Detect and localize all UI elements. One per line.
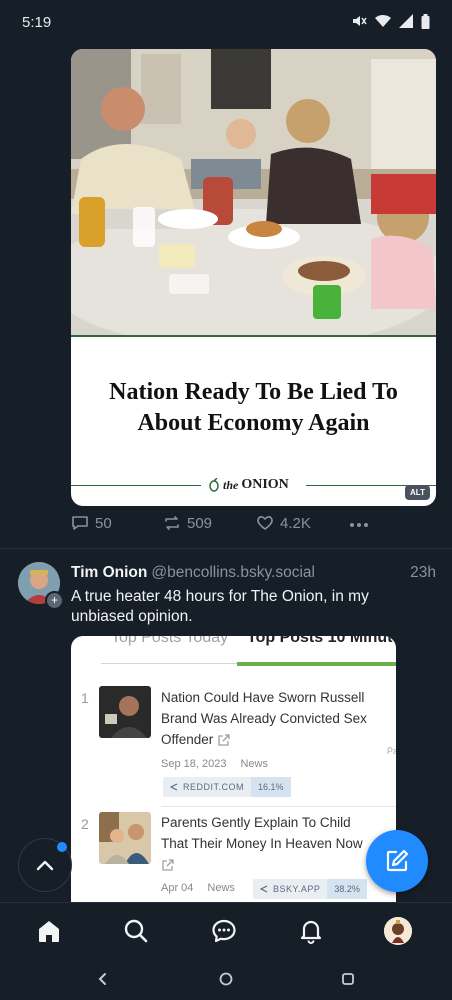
- profile-avatar-image: [384, 917, 412, 945]
- feed-divider: [0, 548, 452, 549]
- post-timestamp: 23h: [410, 564, 436, 581]
- row-divider: [161, 806, 396, 807]
- tab-underline-inactive: [101, 663, 237, 664]
- headline: Nation Ready To Be Lied To About Economy…: [71, 377, 436, 439]
- like-button[interactable]: 4.2K: [256, 514, 311, 532]
- bottom-nav: [0, 902, 452, 959]
- more-dots-icon: [350, 523, 368, 527]
- repost-icon: [165, 516, 179, 530]
- compose-post-button[interactable]: [366, 830, 428, 892]
- headline-line-1: Nation Ready To Be Lied To: [109, 379, 398, 405]
- headline-line-2: About Economy Again: [137, 410, 370, 436]
- reply-button[interactable]: 50: [71, 514, 112, 532]
- status-icons: [351, 13, 430, 29]
- item-title: Nation Could Have Sworn Russell Brand Wa…: [161, 687, 376, 750]
- mute-icon: [353, 16, 367, 26]
- recents-square-icon: [342, 973, 354, 985]
- external-link-icon: [218, 734, 230, 747]
- compose-icon: [386, 849, 409, 872]
- battery-icon: [421, 13, 430, 29]
- system-back-button[interactable]: [91, 968, 113, 990]
- tab-underline-active: [237, 662, 396, 666]
- nav-notifications[interactable]: [296, 916, 326, 946]
- reply-icon: [72, 516, 88, 530]
- post-action-bar: 50 509 4.2K: [71, 514, 371, 538]
- item-meta: Apr 04 News: [161, 882, 235, 894]
- system-home-button[interactable]: [215, 968, 237, 990]
- tab-top-posts-today: Top Posts Today: [111, 636, 229, 646]
- source-pill: BSKY.APP 38.2%: [253, 879, 367, 899]
- chevron-up-icon: [36, 860, 54, 871]
- item-title-text: Parents Gently Explain To Child That The…: [161, 815, 363, 851]
- onion-logo: the ONION: [208, 477, 289, 493]
- bell-icon: [300, 920, 322, 944]
- repost-button[interactable]: 509: [163, 514, 212, 532]
- item-date: Sep 18, 2023: [161, 758, 227, 770]
- signal-icon: [399, 14, 413, 28]
- family-dinner-photo: [71, 49, 436, 336]
- source-domain: BSKY.APP: [273, 884, 321, 894]
- nav-chat[interactable]: [209, 916, 239, 946]
- post-header: Tim Onion @bencollins.bsky.social: [71, 564, 315, 582]
- wifi-icon: [375, 14, 391, 27]
- external-link-icon: [162, 859, 174, 872]
- item-date: Apr 04: [161, 882, 194, 894]
- post-image-card[interactable]: Nation Ready To Be Lied To About Economy…: [71, 49, 436, 506]
- item-meta: Sep 18, 2023 News: [161, 758, 268, 770]
- status-time: 5:19: [22, 14, 52, 31]
- more-options-button[interactable]: [349, 516, 369, 534]
- nav-home[interactable]: [34, 916, 64, 946]
- item-thumbnail: [99, 812, 151, 864]
- logo-the: the: [223, 477, 239, 492]
- tab-top-posts-10-minute: Top Posts 10 Minute: [247, 636, 396, 646]
- nav-profile-avatar[interactable]: [384, 917, 412, 945]
- item-category: News: [207, 882, 235, 894]
- photo-divider: [71, 335, 436, 337]
- back-chevron-icon: [98, 973, 106, 985]
- item-rank: 1: [81, 690, 89, 706]
- home-circle-icon: [219, 972, 233, 986]
- source-percent: 38.2%: [327, 879, 367, 899]
- author-name[interactable]: Tim Onion: [71, 564, 147, 581]
- item-rank: 2: [81, 816, 89, 832]
- item-category: News: [240, 758, 268, 770]
- reply-count: 50: [95, 514, 112, 532]
- item-title: Parents Gently Explain To Child That The…: [161, 812, 376, 875]
- source-domain: REDDIT.COM: [183, 782, 244, 792]
- nav-search[interactable]: [121, 916, 151, 946]
- logo-name: ONION: [241, 477, 289, 492]
- author-handle[interactable]: @bencollins.bsky.social: [151, 564, 315, 581]
- logo-rule-left: [71, 485, 201, 486]
- search-icon: [124, 919, 148, 943]
- system-recents-button[interactable]: [337, 968, 359, 990]
- repost-count: 509: [187, 514, 213, 532]
- clipped-side-text: Pa: [386, 746, 396, 756]
- source-percent: 16.1%: [251, 777, 291, 797]
- like-count: 4.2K: [280, 514, 311, 532]
- share-icon: [260, 885, 268, 893]
- status-bar: 5:19: [0, 0, 452, 46]
- source-pill: REDDIT.COM 16.1%: [163, 777, 291, 797]
- onion-leaf-icon: [209, 478, 219, 492]
- embedded-screenshot[interactable]: Top Posts Today Top Posts 10 Minute 1 Na…: [71, 636, 396, 902]
- item-title-text: Nation Could Have Sworn Russell Brand Wa…: [161, 690, 367, 747]
- alt-badge[interactable]: ALT: [405, 485, 430, 500]
- heart-icon: [257, 516, 273, 530]
- system-nav-bar: [0, 958, 452, 1000]
- new-posts-dot: [57, 842, 67, 852]
- post-text: A true heater 48 hours for The Onion, in…: [71, 588, 369, 625]
- share-icon: [170, 783, 178, 791]
- chat-icon: [212, 919, 236, 943]
- follow-plus-icon[interactable]: +: [45, 591, 64, 610]
- home-icon: [39, 921, 59, 942]
- item-thumbnail: [99, 686, 151, 738]
